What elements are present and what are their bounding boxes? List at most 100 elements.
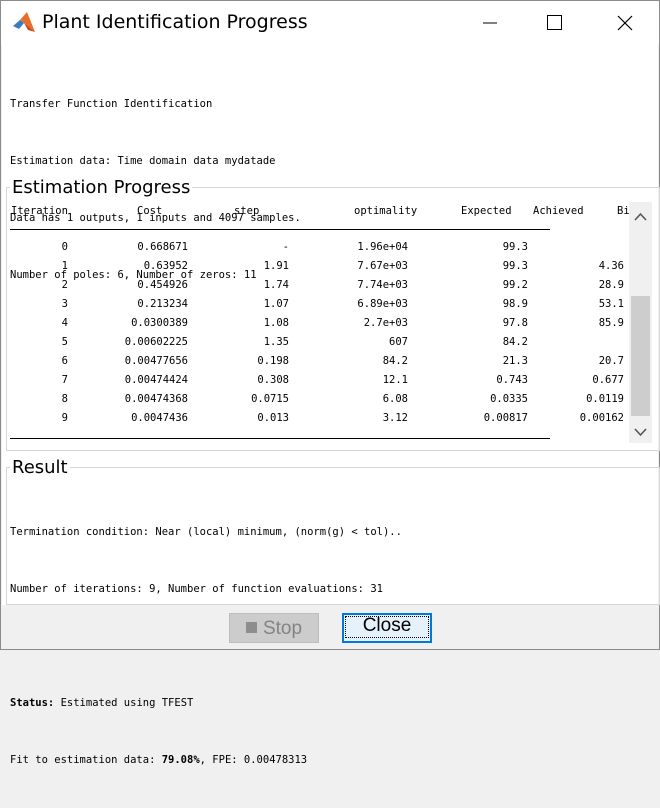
- window-title: Plant Identification Progress: [42, 11, 308, 33]
- column-header-bi: Bi: [617, 205, 630, 217]
- cell-expected: 0.0335: [490, 393, 528, 405]
- cell-optimality: 3.12: [382, 412, 408, 424]
- info-line: Transfer Function Identification: [10, 98, 213, 110]
- status-value: Estimated using TFEST: [54, 697, 194, 709]
- cell-cost: 0.213234: [137, 298, 188, 310]
- cell-expected: 98.9: [502, 298, 528, 310]
- fit-prefix: Fit to estimation data:: [10, 754, 162, 766]
- cell-cost: 0.0047436: [131, 412, 188, 424]
- cell-expected: 0.743: [496, 374, 528, 386]
- cell-iteration: 0: [61, 241, 68, 253]
- cell-achieved: 0.677: [592, 374, 624, 386]
- cell-optimality: 2.7e+03: [363, 317, 408, 329]
- cell-optimality: 607: [389, 336, 408, 348]
- title-bar[interactable]: Plant Identification Progress: [1, 1, 659, 45]
- cell-iteration: 1: [61, 260, 68, 272]
- close-icon: [617, 15, 633, 31]
- cell-optimality: 6.08: [382, 393, 408, 405]
- column-header-achieved: Achieved: [533, 205, 584, 217]
- close-button[interactable]: Close: [342, 613, 432, 643]
- cell-optimality: 7.67e+03: [357, 260, 408, 272]
- scroll-thumb[interactable]: [631, 296, 650, 416]
- iteration-count: Number of iterations: 9, Number of funct…: [10, 583, 383, 595]
- chevron-up-icon: [634, 212, 647, 221]
- maximize-button[interactable]: [531, 1, 577, 45]
- cell-achieved: 0.0119: [586, 393, 624, 405]
- cell-expected: 97.8: [502, 317, 528, 329]
- stop-button-label: Stop: [262, 618, 303, 639]
- cell-iteration: 3: [61, 298, 68, 310]
- cell-step: -: [282, 241, 289, 253]
- stop-button[interactable]: Stop: [229, 613, 319, 643]
- termination-condition: Termination condition: Near (local) mini…: [10, 526, 402, 538]
- cell-optimality: 7.74e+03: [357, 279, 408, 291]
- minimize-button[interactable]: [467, 1, 513, 45]
- cell-step: 1.91: [263, 260, 289, 272]
- cell-expected: 84.2: [502, 336, 528, 348]
- cell-expected: 99.2: [502, 279, 528, 291]
- cell-step: 0.308: [257, 374, 289, 386]
- chevron-down-icon: [634, 428, 647, 437]
- fit-line: Fit to estimation data: 79.08%, FPE: 0.0…: [10, 751, 402, 770]
- cell-achieved: 53.1: [598, 298, 624, 310]
- fit-value: 79.08%: [161, 754, 200, 766]
- cell-iteration: 5: [61, 336, 68, 348]
- cell-iteration: 9: [61, 412, 68, 424]
- column-header-optimality: optimality: [354, 205, 418, 217]
- column-header-expected: Expected: [461, 205, 512, 217]
- scroll-down-button[interactable]: [629, 421, 652, 443]
- cell-expected: 99.3: [502, 241, 528, 253]
- vertical-scrollbar[interactable]: [629, 202, 652, 443]
- column-header-iteration: Iteration: [11, 205, 68, 217]
- cell-cost: 0.00602225: [124, 336, 188, 348]
- cell-iteration: 8: [61, 393, 68, 405]
- fit-suffix: , FPE: 0.00478313: [199, 754, 308, 766]
- cell-optimality: 84.2: [382, 355, 408, 367]
- cell-optimality: 1.96e+04: [357, 241, 408, 253]
- cell-achieved: 85.9: [598, 317, 624, 329]
- column-header-step: step: [234, 205, 260, 217]
- status-line: Status: Estimated using TFEST: [10, 694, 402, 713]
- cell-cost: 0.454926: [137, 279, 188, 291]
- button-bar: Stop Close: [1, 607, 659, 649]
- cell-step: 0.198: [257, 355, 289, 367]
- cell-achieved: 20.7: [598, 355, 624, 367]
- cell-step: 0.0715: [251, 393, 289, 405]
- cell-iteration: 7: [61, 374, 68, 386]
- cell-achieved: 4.36: [598, 260, 624, 272]
- column-header-cost: Cost: [137, 205, 163, 217]
- close-window-button[interactable]: [601, 1, 647, 45]
- cell-expected: 0.00817: [483, 412, 528, 424]
- cell-cost: 0.668671: [137, 241, 188, 253]
- close-button-label: Close: [345, 616, 429, 638]
- status-label: Status:: [10, 697, 55, 709]
- estimation-progress-title: Estimation Progress: [10, 177, 193, 198]
- content-panel: Transfer Function Identification Estimat…: [2, 45, 660, 766]
- table-top-rule: [10, 229, 550, 230]
- iteration-table[interactable]: Iteration Cost step optimality Expected …: [10, 203, 630, 443]
- cell-step: 1.35: [263, 336, 289, 348]
- cell-iteration: 6: [61, 355, 68, 367]
- cell-expected: 99.3: [502, 260, 528, 272]
- cell-achieved: 0.00162: [579, 412, 624, 424]
- maximize-icon: [547, 15, 562, 30]
- cell-iteration: 4: [61, 317, 68, 329]
- cell-iteration: 2: [61, 279, 68, 291]
- cell-cost: 0.63952: [143, 260, 188, 272]
- cell-step: 0.013: [257, 412, 289, 424]
- table-bottom-rule: [10, 438, 550, 439]
- cell-step: 1.07: [263, 298, 289, 310]
- cell-cost: 0.00474424: [124, 374, 188, 386]
- result-title: Result: [10, 457, 70, 478]
- info-line: Estimation data: Time domain data mydata…: [10, 155, 276, 167]
- cell-optimality: 6.89e+03: [357, 298, 408, 310]
- cell-step: 1.74: [263, 279, 289, 291]
- cell-optimality: 12.1: [382, 374, 408, 386]
- cell-cost: 0.00474368: [124, 393, 188, 405]
- scroll-up-button[interactable]: [629, 206, 652, 228]
- cell-achieved: 28.9: [598, 279, 624, 291]
- cell-cost: 0.00477656: [124, 355, 188, 367]
- matlab-logo-icon: [13, 12, 35, 32]
- dialog-window: Plant Identification Progress Transfer F…: [0, 0, 660, 766]
- minimize-icon: [483, 22, 497, 24]
